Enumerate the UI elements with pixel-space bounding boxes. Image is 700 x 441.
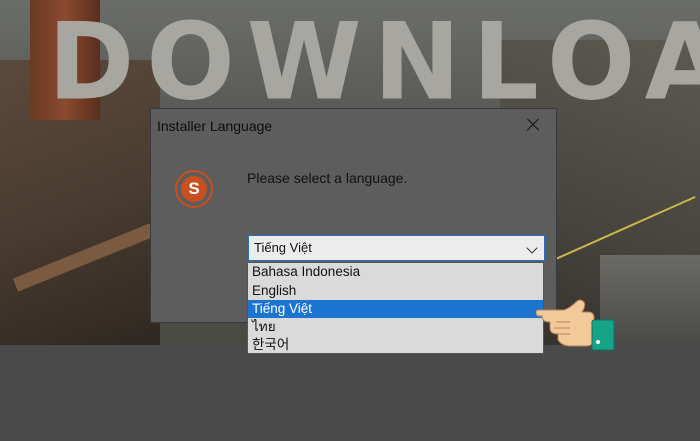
- language-option-tieng-viet[interactable]: Tiếng Việt: [248, 300, 543, 318]
- language-prompt: Please select a language.: [247, 170, 408, 186]
- language-select[interactable]: Tiếng Việt: [248, 235, 545, 261]
- app-logo-icon: S: [175, 170, 213, 208]
- language-option-korean[interactable]: 한국어: [248, 336, 543, 354]
- language-option-bahasa-indonesia[interactable]: Bahasa Indonesia: [248, 263, 543, 281]
- banner-title: DOWNLOAD: [48, 0, 700, 125]
- dialog-title: Installer Language: [157, 118, 273, 134]
- app-logo-letter: S: [181, 176, 207, 202]
- background-floor: [0, 345, 700, 441]
- close-button[interactable]: [520, 114, 546, 136]
- language-select-value: Tiếng Việt: [254, 240, 312, 255]
- language-option-english[interactable]: English: [248, 282, 543, 300]
- language-option-thai[interactable]: ไทย: [248, 318, 543, 336]
- chevron-down-icon[interactable]: [526, 242, 538, 254]
- pointing-hand-icon: [536, 299, 615, 351]
- language-dropdown-list[interactable]: Bahasa Indonesia English Tiếng Việt ไทย …: [247, 262, 544, 354]
